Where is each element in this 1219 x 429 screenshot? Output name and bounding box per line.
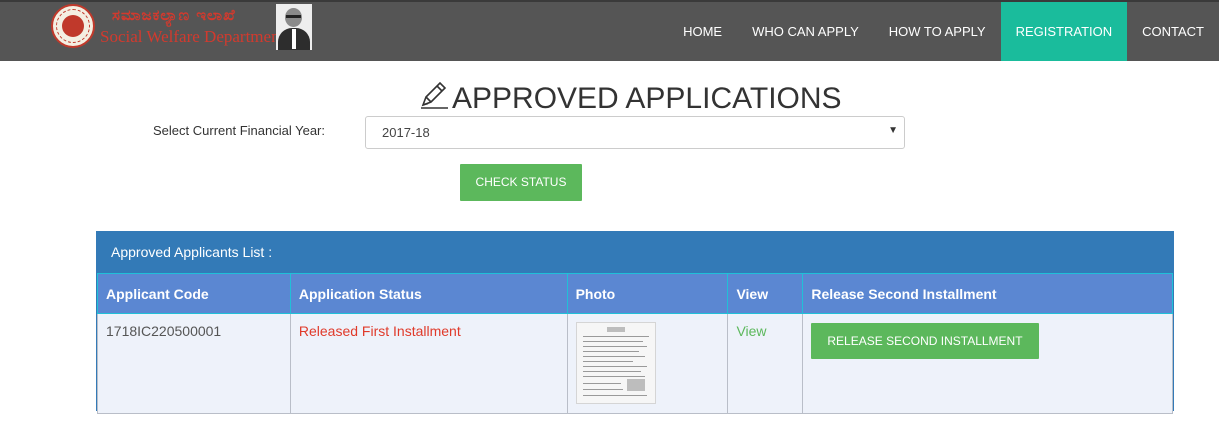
- release-cell: RELEASE SECOND INSTALLMENT: [802, 313, 1173, 414]
- nav-contact[interactable]: CONTACT: [1127, 2, 1219, 61]
- top-navbar: ಸಮಾಜಕಲ್ಯಾಣ ಇಲಾಖೆ Social Welfare Departme…: [0, 0, 1219, 61]
- panel-heading: Approved Applicants List :: [97, 232, 1173, 273]
- nav-home[interactable]: HOME: [668, 2, 737, 61]
- view-cell: View: [727, 313, 804, 414]
- column-applicant-code: Applicant Code: [97, 273, 291, 314]
- table-row: 1718IC220500001 Released First Installme…: [97, 313, 1173, 414]
- department-name: Social Welfare Department: [100, 27, 285, 46]
- column-view: View: [727, 273, 804, 314]
- main-nav: HOME WHO CAN APPLY HOW TO APPLY REGISTRA…: [668, 2, 1219, 61]
- page-title: APPROVED APPLICATIONS: [418, 78, 842, 118]
- nav-registration[interactable]: REGISTRATION: [1000, 2, 1128, 61]
- financial-year-select[interactable]: 2017-18 ▼: [365, 116, 905, 149]
- financial-year-value: 2017-18: [382, 125, 430, 140]
- nav-who-can-apply[interactable]: WHO CAN APPLY: [737, 2, 874, 61]
- application-document-thumbnail[interactable]: [575, 322, 656, 404]
- panel-heading-text: Approved Applicants List :: [111, 244, 273, 260]
- nav-how-to-apply[interactable]: HOW TO APPLY: [874, 2, 1001, 61]
- check-status-button[interactable]: CHECK STATUS: [460, 164, 582, 201]
- view-link[interactable]: View: [736, 323, 766, 339]
- karnataka-emblem-logo: [51, 4, 95, 48]
- column-photo: Photo: [566, 273, 729, 314]
- column-application-status: Application Status: [289, 273, 568, 314]
- dropdown-caret-icon: ▼: [888, 125, 898, 136]
- table-header-row: Applicant Code Application Status Photo …: [97, 273, 1173, 314]
- applicant-code-cell: 1718IC220500001: [97, 313, 291, 414]
- page-title-text: APPROVED APPLICATIONS: [452, 82, 842, 115]
- kannada-department-title: ಸಮಾಜಕಲ್ಯಾಣ ಇಲಾಖೆ: [112, 6, 236, 24]
- ambedkar-portrait: [276, 4, 312, 50]
- financial-year-label: Select Current Financial Year:: [153, 123, 325, 138]
- photo-cell: [566, 313, 729, 414]
- pencil-icon: [418, 78, 450, 118]
- approved-applicants-panel: Approved Applicants List : Applicant Cod…: [96, 231, 1174, 414]
- column-release-second-installment: Release Second Installment: [802, 273, 1173, 314]
- department-logo[interactable]: ಸಮಾಜಕಲ್ಯಾಣ ಇಲಾಖೆ Social Welfare Departme…: [48, 4, 318, 56]
- application-status-cell: Released First Installment: [289, 313, 568, 414]
- applicants-table: Applicant Code Application Status Photo …: [97, 273, 1173, 414]
- release-second-installment-button[interactable]: RELEASE SECOND INSTALLMENT: [811, 323, 1039, 359]
